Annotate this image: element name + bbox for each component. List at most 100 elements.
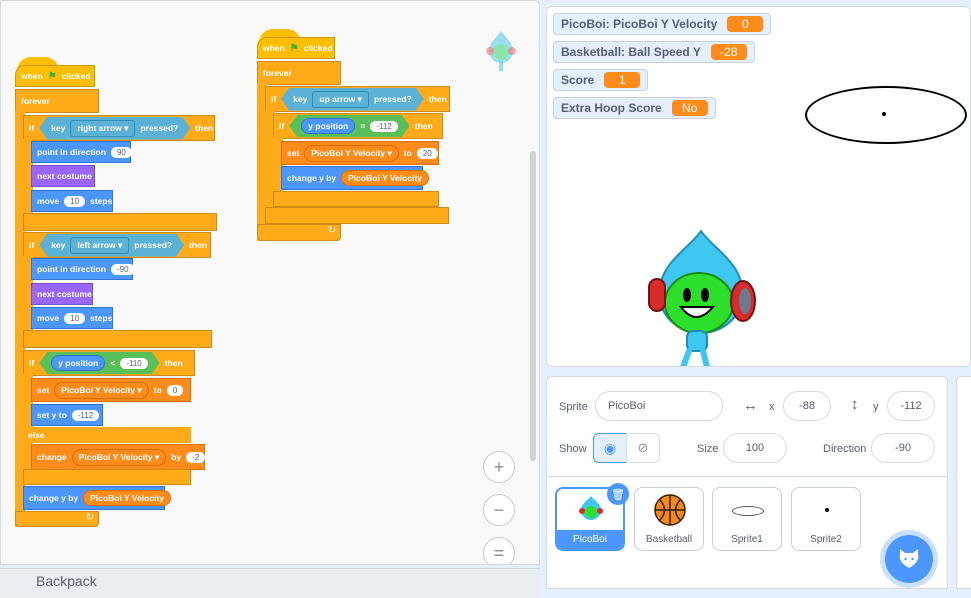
- direction-input[interactable]: -90: [110, 263, 135, 275]
- code-area[interactable]: when ⚑ clicked forever if key right arro…: [0, 0, 540, 565]
- next-costume-block[interactable]: next costume: [31, 165, 95, 187]
- key-pressed-condition[interactable]: key right arrow ▾ pressed?: [39, 117, 190, 140]
- move-steps-block[interactable]: move 10 steps: [31, 190, 113, 212]
- hat-tail: clicked: [61, 71, 91, 81]
- equals-condition[interactable]: y position = -112: [289, 115, 410, 137]
- ellipse-thumb-icon: [732, 506, 764, 516]
- backpack-bar[interactable]: Backpack: [0, 568, 540, 598]
- zoom-in-button[interactable]: +: [483, 451, 515, 483]
- key-dropdown[interactable]: left arrow ▾: [70, 237, 129, 254]
- sprite-tile-sprite1[interactable]: Sprite1: [712, 487, 782, 551]
- next-costume-block[interactable]: next costume: [31, 283, 93, 305]
- compare-input[interactable]: -112: [370, 121, 397, 132]
- y-input[interactable]: -112: [71, 409, 100, 421]
- sprite-tile-basketball[interactable]: Basketball: [634, 487, 704, 551]
- set-variable-block[interactable]: set PicoBoi Y Velocity ▾ to 20: [281, 141, 439, 165]
- costume-label: next costume: [37, 171, 92, 181]
- point-direction-block[interactable]: point in direction -90: [31, 258, 135, 280]
- delete-sprite-button[interactable]: 🗑: [607, 483, 629, 505]
- forever-foot: ↻: [15, 511, 99, 527]
- show-visible-button[interactable]: ◉: [593, 433, 627, 463]
- if-up-arrow-block[interactable]: if key up arrow ▾ pressed? then: [265, 86, 450, 112]
- change-y-block[interactable]: change y by PicoBoi Y Velocity: [23, 486, 171, 510]
- stage[interactable]: PicoBoi: PicoBoi Y Velocity 0 Basketball…: [546, 6, 971, 367]
- sprite-tile-picoboi[interactable]: 🗑 PicoBoi: [555, 483, 629, 551]
- point-direction-block[interactable]: point in direction 90: [31, 141, 132, 163]
- pressed-label: pressed?: [373, 94, 412, 104]
- monitor-label: PicoBoi: PicoBoi Y Velocity: [561, 17, 718, 31]
- key-pressed-condition[interactable]: key left arrow ▾ pressed?: [39, 234, 184, 257]
- trash-icon: 🗑: [611, 488, 625, 501]
- key-label: key: [293, 94, 308, 104]
- monitor-value: 0: [727, 16, 764, 32]
- zoom-reset-button[interactable]: =: [483, 537, 515, 564]
- hat-tail: clicked: [303, 43, 333, 53]
- hoop-ellipse-sprite[interactable]: [805, 86, 967, 144]
- variable-dropdown[interactable]: PicoBoi Y Velocity ▾: [304, 144, 399, 162]
- forever-label: forever: [263, 68, 292, 78]
- steps-input[interactable]: 10: [64, 312, 86, 324]
- green-flag-icon: ⚑: [47, 70, 57, 82]
- y-position-reporter[interactable]: y position: [301, 118, 355, 134]
- vertical-scrollbar[interactable]: [530, 151, 536, 461]
- change-label: change: [37, 452, 67, 462]
- variable-dropdown[interactable]: PicoBoi Y Velocity ▾: [71, 448, 167, 466]
- monitor-value: 1: [604, 72, 641, 88]
- key-pressed-condition[interactable]: key up arrow ▾ pressed?: [281, 88, 424, 111]
- y-position-reporter[interactable]: y position: [51, 355, 105, 371]
- less-than-condition[interactable]: y position < -110: [39, 352, 160, 374]
- move-steps-block[interactable]: move 10 steps: [31, 307, 113, 329]
- forever-block[interactable]: forever: [257, 61, 341, 85]
- change-variable-block[interactable]: change PicoBoi Y Velocity ▾ by -2: [31, 444, 206, 470]
- show-label: Show: [559, 443, 587, 455]
- if-foot: [23, 330, 212, 348]
- when-flag-clicked-block[interactable]: when ⚑ clicked: [15, 65, 95, 87]
- point-label: point in direction: [37, 147, 106, 157]
- y-input[interactable]: -112: [887, 391, 935, 421]
- if-label: if: [271, 94, 277, 104]
- change-y-block[interactable]: change y by PicoBoi Y Velocity: [281, 166, 429, 190]
- if-foot: [273, 191, 439, 207]
- sprite-tile-sprite2[interactable]: Sprite2: [791, 487, 861, 551]
- value-input[interactable]: -2: [186, 451, 206, 463]
- variable-name: PicoBoi Y Velocity: [78, 451, 153, 462]
- x-input[interactable]: -88: [783, 391, 831, 421]
- if-y-position-block[interactable]: if y position = -112 then: [273, 113, 443, 139]
- key-dropdown[interactable]: right arrow ▾: [70, 120, 135, 137]
- zoom-out-button[interactable]: −: [483, 494, 515, 526]
- compare-input[interactable]: -110: [120, 358, 147, 369]
- direction-label: Direction: [823, 443, 867, 455]
- monitor-label: Basketball: Ball Speed Y: [561, 45, 701, 59]
- choose-sprite-button[interactable]: [885, 535, 933, 583]
- variable-reporter[interactable]: PicoBoi Y Velocity: [83, 490, 171, 506]
- dot-sprite[interactable]: [882, 112, 886, 116]
- sprite-panel: Sprite PicoBoi ↔ x -88 ↕ y -112 Show ◉ ⊘…: [546, 376, 948, 589]
- green-flag-icon: ⚑: [289, 42, 299, 54]
- stage-target-panel[interactable]: [956, 376, 971, 589]
- variable-reporter[interactable]: PicoBoi Y Velocity: [341, 170, 429, 186]
- size-input[interactable]: 100: [723, 433, 787, 463]
- set-variable-block[interactable]: set PicoBoi Y Velocity ▾ to 0: [31, 378, 191, 402]
- forever-block[interactable]: forever: [15, 89, 99, 113]
- picoboi-sprite[interactable]: [643, 227, 759, 367]
- key-dropdown[interactable]: up arrow ▾: [312, 91, 369, 108]
- when-flag-clicked-block[interactable]: when ⚑ clicked: [257, 37, 335, 59]
- value-input[interactable]: 20: [416, 147, 438, 159]
- set-y-block[interactable]: set y to -112: [31, 404, 103, 426]
- if-right-arrow-block[interactable]: if key right arrow ▾ pressed? then: [23, 115, 215, 141]
- show-hidden-button[interactable]: ⊘: [626, 433, 660, 463]
- if-foot: [23, 213, 217, 231]
- value-input[interactable]: 0: [166, 384, 184, 396]
- variable-dropdown[interactable]: PicoBoi Y Velocity ▾: [54, 381, 149, 399]
- if-else-y-position-block[interactable]: if y position < -110 then: [23, 350, 195, 376]
- if-left-arrow-block[interactable]: if key left arrow ▾ pressed? then: [23, 232, 211, 258]
- steps-input[interactable]: 10: [64, 195, 86, 207]
- sprite-name-input[interactable]: PicoBoi: [595, 391, 723, 421]
- set-y-label: set y to: [37, 410, 67, 420]
- then-label: then: [189, 240, 208, 250]
- eye-icon: ◉: [603, 439, 617, 456]
- pressed-label: pressed?: [134, 240, 173, 250]
- direction-input[interactable]: -90: [871, 433, 935, 463]
- direction-input[interactable]: 90: [110, 146, 132, 158]
- size-value: 100: [745, 442, 765, 454]
